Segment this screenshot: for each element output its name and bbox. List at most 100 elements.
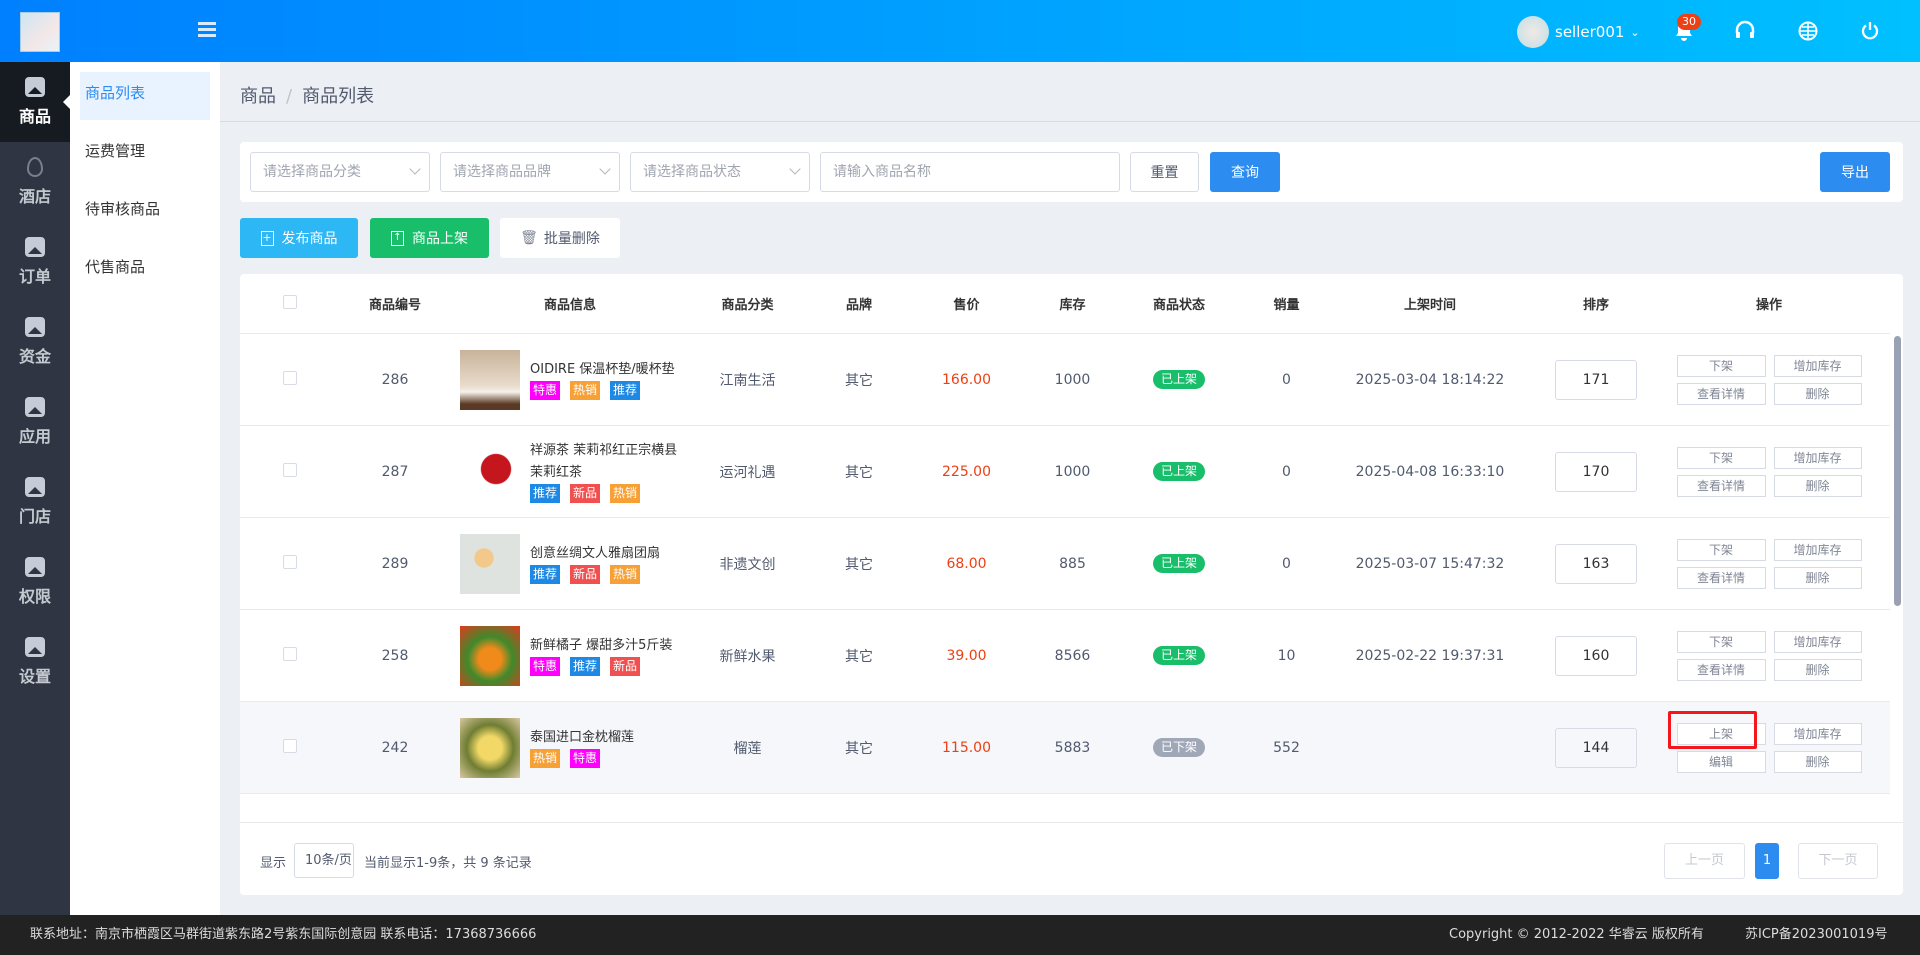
view-details-button[interactable]: 查看详情: [1677, 383, 1766, 405]
table-row[interactable]: 【活蟹】蟹宝 大闸蟹鲜: [240, 794, 1890, 822]
shelve-product-button[interactable]: ↑商品上架: [370, 218, 489, 258]
headset-icon[interactable]: [1733, 19, 1757, 43]
avatar: [1517, 16, 1549, 48]
select-all-checkbox[interactable]: [283, 295, 297, 309]
logo[interactable]: [20, 12, 60, 52]
delete-button[interactable]: 删除: [1774, 567, 1862, 589]
publish-product-button[interactable]: +发布商品: [240, 218, 358, 258]
shelve-button[interactable]: 上架: [1677, 723, 1766, 745]
row-checkbox[interactable]: [283, 463, 297, 477]
edit-button[interactable]: 编辑: [1677, 751, 1766, 773]
sort-input[interactable]: 171: [1555, 360, 1637, 400]
sidebar-item[interactable]: 酒店: [0, 142, 70, 222]
view-details-button[interactable]: 查看详情: [1677, 567, 1766, 589]
tag-badge: 推荐: [570, 657, 600, 676]
add-stock-button[interactable]: 增加库存: [1774, 355, 1862, 377]
product-name-input[interactable]: 请输入商品名称: [820, 152, 1120, 192]
category-select[interactable]: 请选择商品分类: [250, 152, 430, 192]
table-row[interactable]: 242泰国进口金枕榴莲热销特惠榴莲其它115.005883已下架552144上架…: [240, 702, 1890, 794]
submenu-item[interactable]: 待审核商品: [80, 188, 210, 236]
row-checkbox[interactable]: [283, 371, 297, 385]
user-menu[interactable]: seller001 ⌄: [1517, 16, 1640, 48]
sidebar-item[interactable]: 商品: [0, 62, 70, 142]
sidebar-item[interactable]: 权限: [0, 542, 70, 622]
table-row[interactable]: 258新鲜橘子 爆甜多汁5斤装特惠推荐新品新鲜水果其它39.008566已上架1…: [240, 610, 1890, 702]
scrollbar-thumb[interactable]: [1894, 336, 1901, 606]
delete-button[interactable]: 删除: [1774, 475, 1862, 497]
delete-button[interactable]: 删除: [1774, 659, 1862, 681]
table-row[interactable]: 289创意丝绸文人雅扇团扇推荐新品热销非遗文创其它68.00885已上架0202…: [240, 518, 1890, 610]
export-button[interactable]: 导出: [1820, 152, 1890, 192]
sidebar-item[interactable]: 应用: [0, 382, 70, 462]
sidebar-item-label: 设置: [19, 663, 51, 687]
add-stock-button[interactable]: 增加库存: [1774, 631, 1862, 653]
delete-button[interactable]: 删除: [1774, 383, 1862, 405]
sidebar-item-label: 订单: [19, 263, 51, 287]
sidebar-item[interactable]: 订单: [0, 222, 70, 302]
status-cell: 已上架: [1125, 462, 1233, 481]
tag-badge: 新品: [570, 484, 600, 503]
globe-icon[interactable]: [1796, 19, 1820, 43]
row-checkbox[interactable]: [283, 555, 297, 569]
checkbox-cell: [240, 739, 340, 757]
footer-icp[interactable]: 苏ICP备2023001019号: [1745, 915, 1887, 955]
submenu-item[interactable]: 商品列表: [80, 72, 210, 120]
submenu-item[interactable]: 运费管理: [80, 130, 210, 178]
column-header: 商品信息: [450, 294, 690, 313]
operations: 下架增加库存查看详情删除: [1672, 539, 1866, 589]
sort-input[interactable]: 160: [1555, 636, 1637, 676]
view-details-button[interactable]: 查看详情: [1677, 475, 1766, 497]
add-stock-button[interactable]: 增加库存: [1774, 539, 1862, 561]
sidebar-item-label: 门店: [19, 503, 51, 527]
sidebar-item[interactable]: 门店: [0, 462, 70, 542]
table-row[interactable]: 286OIDIRE 保温杯垫/暖杯垫特惠热销推荐江南生活其它166.001000…: [240, 334, 1890, 426]
add-stock-button[interactable]: 增加库存: [1774, 447, 1862, 469]
sort-input[interactable]: 163: [1555, 544, 1637, 584]
name-placeholder: 请输入商品名称: [833, 164, 931, 180]
row-checkbox[interactable]: [283, 739, 297, 753]
power-icon[interactable]: [1858, 19, 1882, 43]
product-name[interactable]: 泰国进口金枕榴莲: [530, 727, 680, 749]
product-name[interactable]: 新鲜橘子 爆甜多汁5斤装: [530, 635, 680, 657]
product-name[interactable]: 创意丝绸文人雅扇团扇: [530, 543, 680, 565]
menu-toggle-icon[interactable]: [198, 22, 216, 38]
status-select[interactable]: 请选择商品状态: [630, 152, 810, 192]
scrollbar[interactable]: [1891, 334, 1903, 822]
unshelve-button[interactable]: 下架: [1677, 539, 1766, 561]
submenu-item[interactable]: 代售商品: [80, 246, 210, 294]
table-body[interactable]: 286OIDIRE 保温杯垫/暖杯垫特惠热销推荐江南生活其它166.001000…: [240, 334, 1903, 822]
prev-page-button[interactable]: 上一页: [1664, 843, 1745, 879]
unshelve-button[interactable]: 下架: [1677, 447, 1766, 469]
sub-menu: 商品列表运费管理待审核商品代售商品: [70, 62, 220, 915]
product-thumbnail: [460, 350, 520, 410]
table-row[interactable]: 287祥源茶 茉莉祁红正宗横县茉莉红茶推荐新品热销运河礼遇其它225.00100…: [240, 426, 1890, 518]
product-name[interactable]: 祥源茶 茉莉祁红正宗横县茉莉红茶: [530, 440, 680, 484]
view-details-button[interactable]: 查看详情: [1677, 659, 1766, 681]
next-page-button[interactable]: 下一页: [1798, 843, 1878, 879]
page-1-button[interactable]: 1: [1755, 843, 1779, 879]
image-icon: [25, 557, 45, 577]
reset-button[interactable]: 重置: [1130, 152, 1199, 192]
batch-delete-button[interactable]: 🗑批量删除: [500, 218, 620, 258]
sort-input[interactable]: 144: [1555, 728, 1637, 768]
page-size-select[interactable]: 10条/页⌄: [294, 843, 354, 878]
sidebar-item[interactable]: 资金: [0, 302, 70, 382]
status-badge: 已下架: [1153, 738, 1205, 757]
sidebar-item[interactable]: 设置: [0, 622, 70, 702]
image-icon: [25, 477, 45, 497]
query-button[interactable]: 查询: [1210, 152, 1280, 192]
row-checkbox[interactable]: [283, 647, 297, 661]
product-name[interactable]: OIDIRE 保温杯垫/暖杯垫: [530, 359, 680, 381]
product-sales: 0: [1233, 464, 1340, 480]
unshelve-button[interactable]: 下架: [1677, 355, 1766, 377]
upload-icon: ↑: [391, 231, 404, 246]
tag-badge: 特惠: [570, 749, 600, 768]
unshelve-button[interactable]: 下架: [1677, 631, 1766, 653]
add-stock-button[interactable]: 增加库存: [1774, 723, 1862, 745]
breadcrumb-root[interactable]: 商品: [240, 86, 276, 107]
brand-select[interactable]: 请选择商品品牌: [440, 152, 620, 192]
sort-input[interactable]: 170: [1555, 452, 1637, 492]
delete-button[interactable]: 删除: [1774, 751, 1862, 773]
product-sales: 0: [1233, 556, 1340, 572]
chevron-down-icon: ⌄: [1630, 26, 1639, 39]
